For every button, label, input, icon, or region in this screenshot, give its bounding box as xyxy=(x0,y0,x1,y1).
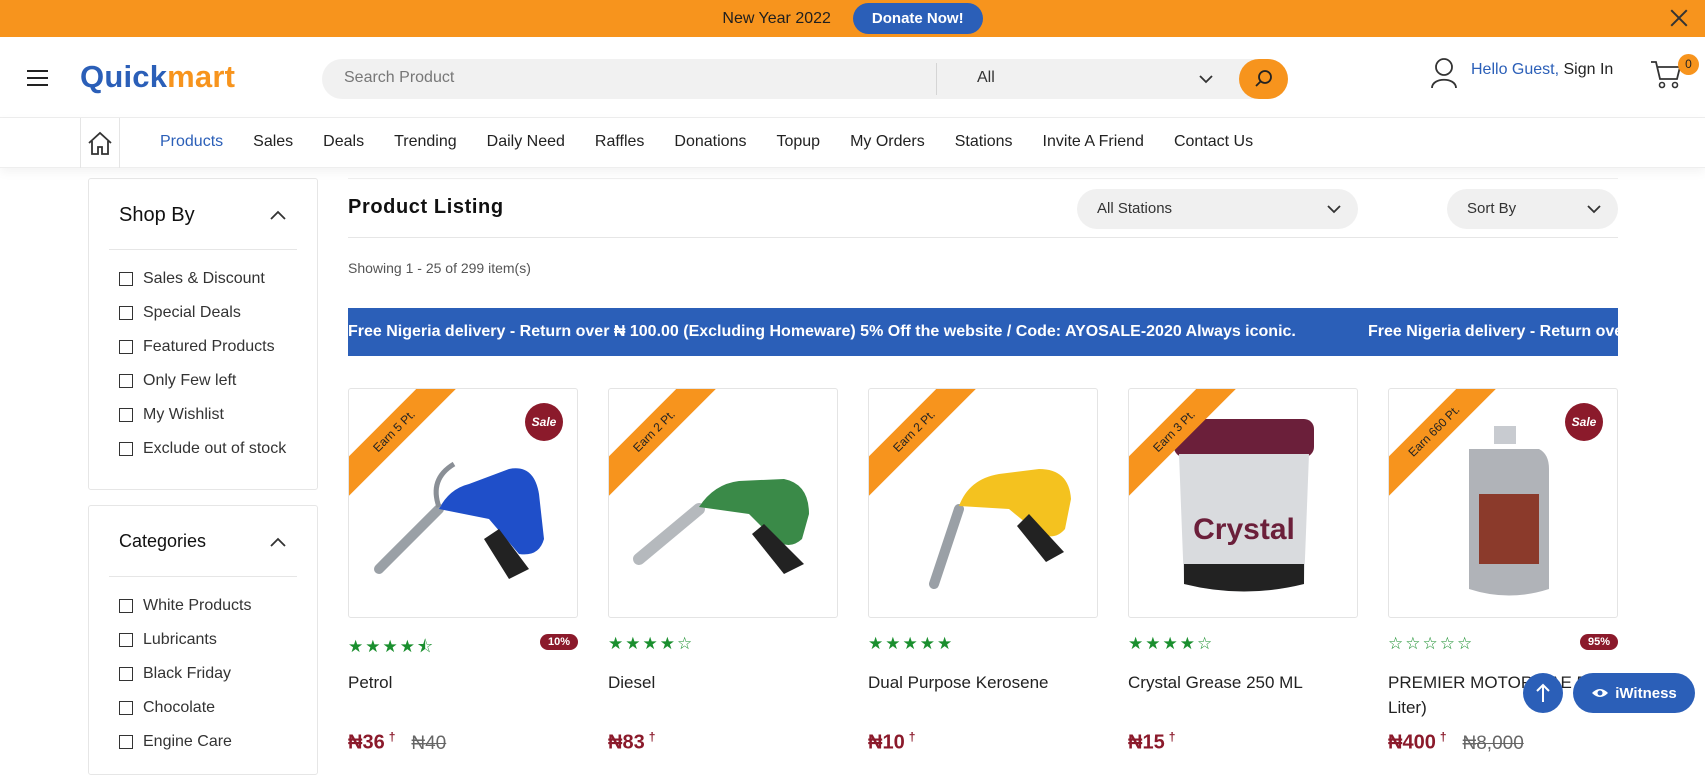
rating-stars: ☆☆☆☆☆ xyxy=(1388,634,1475,653)
main-nav: Products Sales Deals Trending Daily Need… xyxy=(0,118,1705,168)
filter-exclude-oos[interactable]: Exclude out of stock xyxy=(119,432,286,466)
close-icon[interactable] xyxy=(1669,8,1689,28)
promo-banner: New Year 2022 Donate Now! xyxy=(0,0,1705,37)
rating-stars: ★★★★★ xyxy=(868,634,955,653)
donate-button[interactable]: Donate Now! xyxy=(852,3,983,34)
filter-featured[interactable]: Featured Products xyxy=(119,330,286,364)
home-icon xyxy=(88,131,112,155)
product-name[interactable]: Dual Purpose Kerosene xyxy=(868,670,1098,695)
filter-wishlist[interactable]: My Wishlist xyxy=(119,398,286,432)
shop-by-title: Shop By xyxy=(119,204,195,226)
iwitness-button[interactable]: iWitness xyxy=(1573,673,1695,713)
rating-stars: ★★★★☆ xyxy=(608,634,695,653)
banner-year-text: New Year 2022 xyxy=(722,9,831,27)
discount-badge: 10% xyxy=(539,634,578,650)
search-bar: All xyxy=(322,59,1288,99)
product-price: ₦10 † xyxy=(868,730,916,754)
category-lubricants[interactable]: Lubricants xyxy=(119,623,251,657)
categories-title: Categories xyxy=(119,531,207,551)
chevron-up-icon[interactable] xyxy=(269,209,287,221)
product-name[interactable]: Petrol xyxy=(348,670,578,695)
delivery-marquee: Free Nigeria delivery - Return over ₦ 10… xyxy=(348,308,1618,356)
product-card[interactable]: Earn 5 Pt. Sale ★★★★⯪ 10% Petrol ₦36 † ₦40 xyxy=(348,388,578,754)
account-link[interactable]: Hello Guest, Sign In xyxy=(1471,61,1613,79)
nav-item-daily-need[interactable]: Daily Need xyxy=(487,133,565,151)
product-price: ₦15 † xyxy=(1128,730,1176,754)
product-card[interactable]: Crystal Earn 3 Pt. ★★★★☆ Crystal Grease … xyxy=(1128,388,1358,754)
grease-tub-image: Crystal xyxy=(1174,419,1314,592)
nav-item-topup[interactable]: Topup xyxy=(776,133,820,151)
user-icon[interactable] xyxy=(1430,57,1458,89)
results-count: Showing 1 - 25 of 299 item(s) xyxy=(348,260,531,276)
page-title: Product Listing xyxy=(348,196,504,218)
sale-badge: Sale xyxy=(525,403,563,441)
search-icon xyxy=(1255,70,1272,87)
discount-badge: 95% xyxy=(1579,634,1618,650)
nav-item-my-orders[interactable]: My Orders xyxy=(850,133,925,151)
product-image[interactable]: Earn 2 Pt. xyxy=(608,388,838,618)
rating-stars: ★★★★☆ xyxy=(1128,634,1215,653)
filter-few-left[interactable]: Only Few left xyxy=(119,364,286,398)
nav-item-contact[interactable]: Contact Us xyxy=(1174,133,1253,151)
arrow-up-icon xyxy=(1536,683,1550,702)
sale-badge: Sale xyxy=(1565,403,1603,441)
scroll-top-button[interactable] xyxy=(1523,673,1563,713)
nav-item-stations[interactable]: Stations xyxy=(955,133,1013,151)
product-image[interactable]: Earn 5 Pt. Sale xyxy=(348,388,578,618)
nav-item-invite[interactable]: Invite A Friend xyxy=(1043,133,1144,151)
nav-item-trending[interactable]: Trending xyxy=(394,133,457,151)
product-card[interactable]: Earn 2 Pt. ★★★★☆ Diesel ₦83 † xyxy=(608,388,838,754)
chevron-down-icon xyxy=(1587,205,1601,214)
sort-select[interactable]: Sort By xyxy=(1447,189,1618,229)
chevron-up-icon[interactable] xyxy=(269,536,287,548)
product-price: ₦36 † ₦40 xyxy=(348,730,447,754)
category-engine-care[interactable]: Engine Care xyxy=(119,725,251,759)
menu-icon[interactable] xyxy=(27,70,48,91)
product-name[interactable]: Diesel xyxy=(608,670,838,695)
rating-stars: ★★★★⯪ xyxy=(348,637,436,656)
stations-select[interactable]: All Stations xyxy=(1077,189,1358,229)
fuel-nozzle-image xyxy=(374,461,544,579)
product-card[interactable]: Earn 660 Pt. Sale ☆☆☆☆☆ 95% PREMIER MOTO… xyxy=(1388,388,1618,754)
category-select[interactable]: All xyxy=(977,69,995,87)
category-white-products[interactable]: White Products xyxy=(119,589,251,623)
product-image[interactable]: Crystal Earn 3 Pt. xyxy=(1128,388,1358,618)
categories-panel: Categories White Products Lubricants Bla… xyxy=(88,505,318,775)
nav-item-raffles[interactable]: Raffles xyxy=(595,133,645,151)
chevron-down-icon[interactable] xyxy=(1198,73,1214,85)
search-input[interactable] xyxy=(344,69,904,87)
product-image[interactable]: Earn 660 Pt. Sale xyxy=(1388,388,1618,618)
nav-item-deals[interactable]: Deals xyxy=(323,133,364,151)
home-button[interactable] xyxy=(80,118,120,168)
chevron-down-icon xyxy=(1327,205,1341,214)
nav-item-donations[interactable]: Donations xyxy=(674,133,746,151)
filter-special-deals[interactable]: Special Deals xyxy=(119,296,286,330)
oil-bottle-image xyxy=(1469,426,1549,596)
filter-sales-discount[interactable]: Sales & Discount xyxy=(119,262,286,296)
nav-item-products[interactable]: Products xyxy=(160,133,223,151)
fuel-nozzle-image xyxy=(929,469,1071,589)
eye-icon xyxy=(1592,689,1609,697)
product-price: ₦83 † xyxy=(608,730,656,754)
category-black-friday[interactable]: Black Friday xyxy=(119,657,251,691)
category-chocolate[interactable]: Chocolate xyxy=(119,691,251,725)
nav-item-sales[interactable]: Sales xyxy=(253,133,293,151)
cart-count-badge: 0 xyxy=(1678,54,1699,75)
shop-by-panel: Shop By Sales & Discount Special Deals F… xyxy=(88,178,318,490)
svg-text:Crystal: Crystal xyxy=(1193,513,1295,546)
search-button[interactable] xyxy=(1239,59,1288,99)
nav-links: Products Sales Deals Trending Daily Need… xyxy=(160,133,1283,151)
fuel-nozzle-image xyxy=(633,479,809,574)
site-header: Quickmart All Hello Guest, Sign In 0 xyxy=(0,37,1705,118)
logo[interactable]: Quickmart xyxy=(80,59,235,95)
product-name[interactable]: Crystal Grease 250 ML xyxy=(1128,670,1358,695)
product-price: ₦400 † ₦8,000 xyxy=(1388,730,1524,754)
product-card[interactable]: Earn 2 Pt. ★★★★★ Dual Purpose Kerosene ₦… xyxy=(868,388,1098,754)
product-image[interactable]: Earn 2 Pt. xyxy=(868,388,1098,618)
